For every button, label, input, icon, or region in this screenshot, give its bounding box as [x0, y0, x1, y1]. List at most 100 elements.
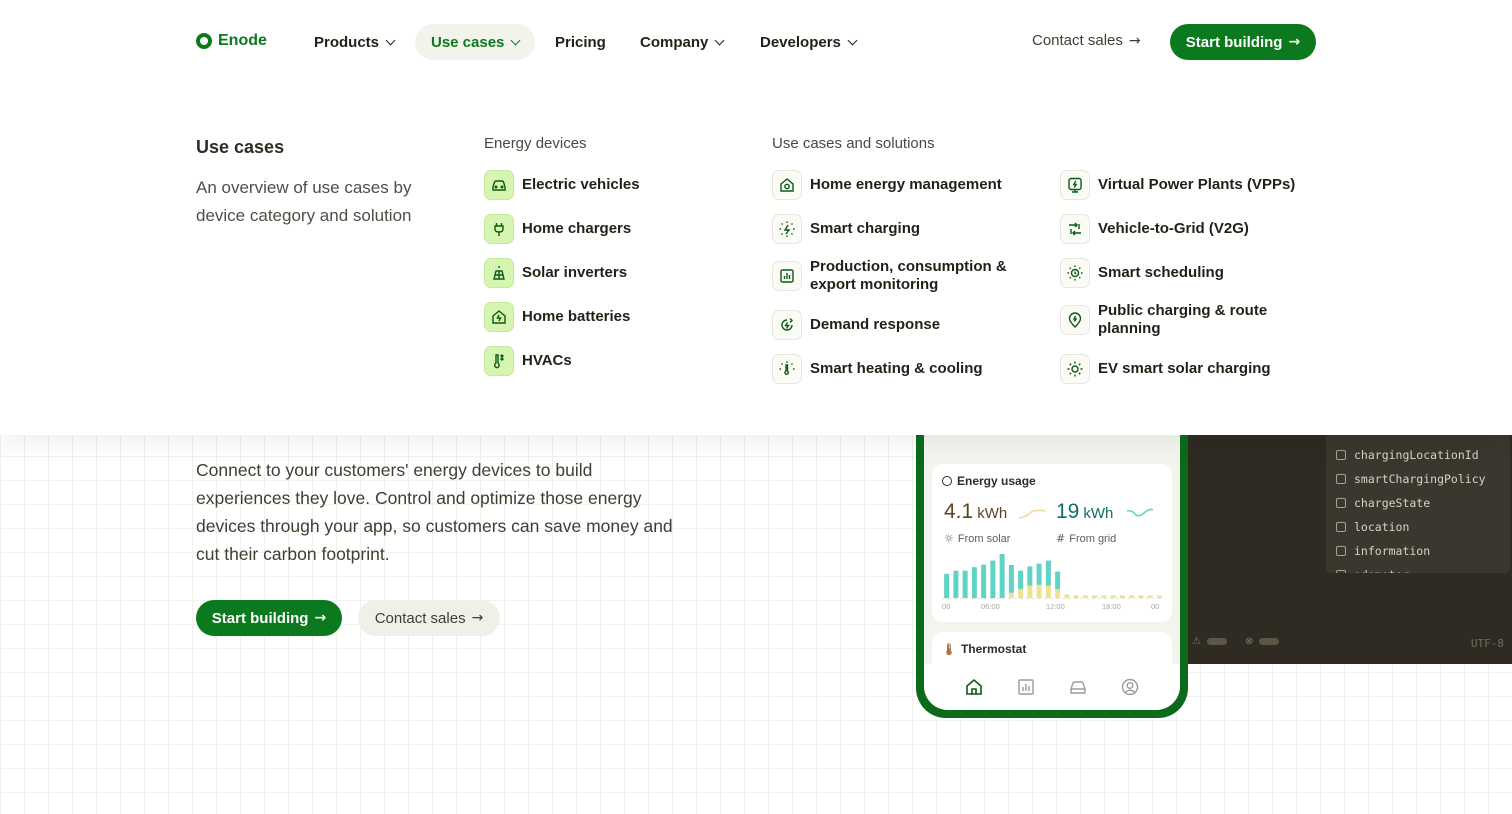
grid-bar [953, 570, 959, 598]
solar-bar [1119, 595, 1125, 598]
contact-sales-link[interactable]: Contact sales → [1032, 32, 1141, 49]
arrow-right-icon: → [471, 610, 484, 626]
grid-bar [962, 570, 968, 598]
car-icon[interactable] [1068, 677, 1088, 697]
heating-cooling-icon [772, 354, 802, 384]
home-battery-icon [484, 302, 514, 332]
solar-bar [1036, 584, 1042, 598]
menu-item-label: Virtual Power Plants (VPPs) [1098, 176, 1296, 193]
chart-icon[interactable] [1016, 677, 1036, 697]
solar-bar [1064, 594, 1070, 598]
arrow-right-icon: → [1128, 32, 1141, 49]
grid-bar [999, 554, 1005, 598]
error-icon: ⊗ [1244, 636, 1254, 647]
solar-value: 4.1 kWh [944, 500, 1007, 524]
field-icon [1336, 498, 1346, 508]
menu-item-home-batteries[interactable]: Home batteries [484, 302, 630, 332]
solar-bar [1092, 595, 1098, 598]
grid-label: From grid [1069, 532, 1117, 545]
nav-products[interactable]: Products [298, 24, 410, 60]
thermostat-header: 🌡 Thermostat [942, 642, 1026, 656]
menu-item-label: Solar inverters [522, 264, 628, 281]
grid-value: 19 kWh [1056, 500, 1113, 524]
menu-item-label: Smart scheduling [1098, 264, 1224, 281]
v2g-icon [1060, 214, 1090, 244]
menu-item-home-chargers[interactable]: Home chargers [484, 214, 631, 244]
x-tick: 12:00 [1046, 602, 1065, 611]
energy-devices-heading: Energy devices [484, 135, 587, 152]
plug-icon [484, 214, 514, 244]
grid-bar [971, 567, 977, 598]
nav-label: Pricing [555, 33, 606, 51]
autocomplete-item[interactable]: smartChargingPolicy [1326, 467, 1510, 491]
energy-usage-header: Energy usage [942, 474, 1036, 488]
profile-icon[interactable] [1120, 677, 1140, 697]
vpp-icon [1060, 170, 1090, 200]
top-navigation: Enode Products Use cases Pricing Company… [0, 0, 1512, 84]
enode-logo[interactable]: Enode [196, 32, 267, 50]
menu-item-smart-charging[interactable]: Smart charging [772, 214, 920, 244]
hero-start-building-button[interactable]: Start building → [196, 600, 342, 636]
solar-number: 4.1 [944, 500, 974, 523]
grid-sparkline-icon [1126, 508, 1154, 517]
menu-item-public-charging[interactable]: Public charging & route planning [1060, 302, 1300, 338]
menu-item-label: Smart charging [810, 220, 921, 237]
nav-company[interactable]: Company [624, 24, 739, 60]
grid-bar [944, 573, 950, 598]
menu-item-label: Demand response [810, 316, 941, 333]
menu-item-smart-scheduling[interactable]: Smart scheduling [1060, 258, 1224, 288]
home-icon[interactable] [964, 677, 984, 697]
field-icon [1336, 474, 1346, 484]
home-energy-icon [772, 170, 802, 200]
thermometer-icon [484, 346, 514, 376]
autocomplete-item[interactable]: odometer [1326, 563, 1510, 573]
menu-item-label: Home chargers [522, 220, 632, 237]
solar-bar [1018, 589, 1024, 598]
menu-item-v2g[interactable]: Vehicle-to-Grid (V2G) [1060, 214, 1249, 244]
solar-bar [1129, 595, 1135, 598]
grid-bar [990, 560, 996, 598]
car-icon [484, 170, 514, 200]
menu-item-ev-solar-charging[interactable]: EV smart solar charging [1060, 354, 1271, 384]
editor-status-bar: ⚠ ⊗ [1192, 636, 1280, 647]
menu-item-monitoring[interactable]: Production, consumption & export monitor… [772, 258, 1012, 294]
thermostat-title: Thermostat [960, 642, 1027, 656]
menu-item-label: Home batteries [522, 308, 631, 325]
solar-bar [1138, 595, 1144, 598]
chart-x-axis: 00 06:00 12:00 18:00 00 [942, 602, 1164, 612]
hero-contact-sales-button[interactable]: Contact sales → [358, 600, 500, 636]
solar-bar [1082, 595, 1088, 598]
autocomplete-item[interactable]: location [1326, 515, 1510, 539]
menu-item-vpps[interactable]: Virtual Power Plants (VPPs) [1060, 170, 1295, 200]
menu-item-smart-heating-cooling[interactable]: Smart heating & cooling [772, 354, 983, 384]
grid-hash-icon: # [1056, 532, 1066, 545]
menu-item-label: Home energy management [810, 176, 1002, 193]
field-icon [1336, 546, 1346, 556]
grid-number: 19 [1056, 500, 1080, 523]
start-building-button[interactable]: Start building → [1170, 24, 1316, 60]
solar-panel-icon [484, 258, 514, 288]
grid-caption: # From grid [1056, 532, 1116, 545]
autocomplete-item[interactable]: chargeState [1326, 491, 1510, 515]
solar-sparkline-icon [1018, 509, 1046, 519]
autocomplete-item[interactable]: information [1326, 539, 1510, 563]
location-pin-icon [1060, 305, 1090, 335]
menu-item-hvacs[interactable]: HVACs [484, 346, 572, 376]
autocomplete-item[interactable]: chargingLocationId [1326, 443, 1510, 467]
x-tick: 06:00 [981, 602, 1000, 611]
menu-item-solar-inverters[interactable]: Solar inverters [484, 258, 627, 288]
nav-use-cases[interactable]: Use cases [415, 24, 536, 60]
field-icon [1336, 522, 1346, 532]
dropdown-title: Use cases [196, 137, 285, 157]
menu-item-electric-vehicles[interactable]: Electric vehicles [484, 170, 640, 200]
energy-usage-chart [942, 554, 1164, 599]
nav-pricing[interactable]: Pricing [539, 24, 622, 60]
phone-screen: Energy usage 4.1 kWh ☼ From solar 19 kWh… [924, 388, 1180, 710]
menu-item-label: Vehicle-to-Grid (V2G) [1098, 220, 1249, 237]
monitoring-chart-icon [772, 261, 802, 291]
menu-item-home-energy-management[interactable]: Home energy management [772, 170, 1002, 200]
menu-item-demand-response[interactable]: Demand response [772, 310, 940, 340]
nav-label: Products [314, 33, 380, 51]
nav-developers[interactable]: Developers [744, 24, 872, 60]
thermometer-small-icon: 🌡 [942, 642, 956, 656]
